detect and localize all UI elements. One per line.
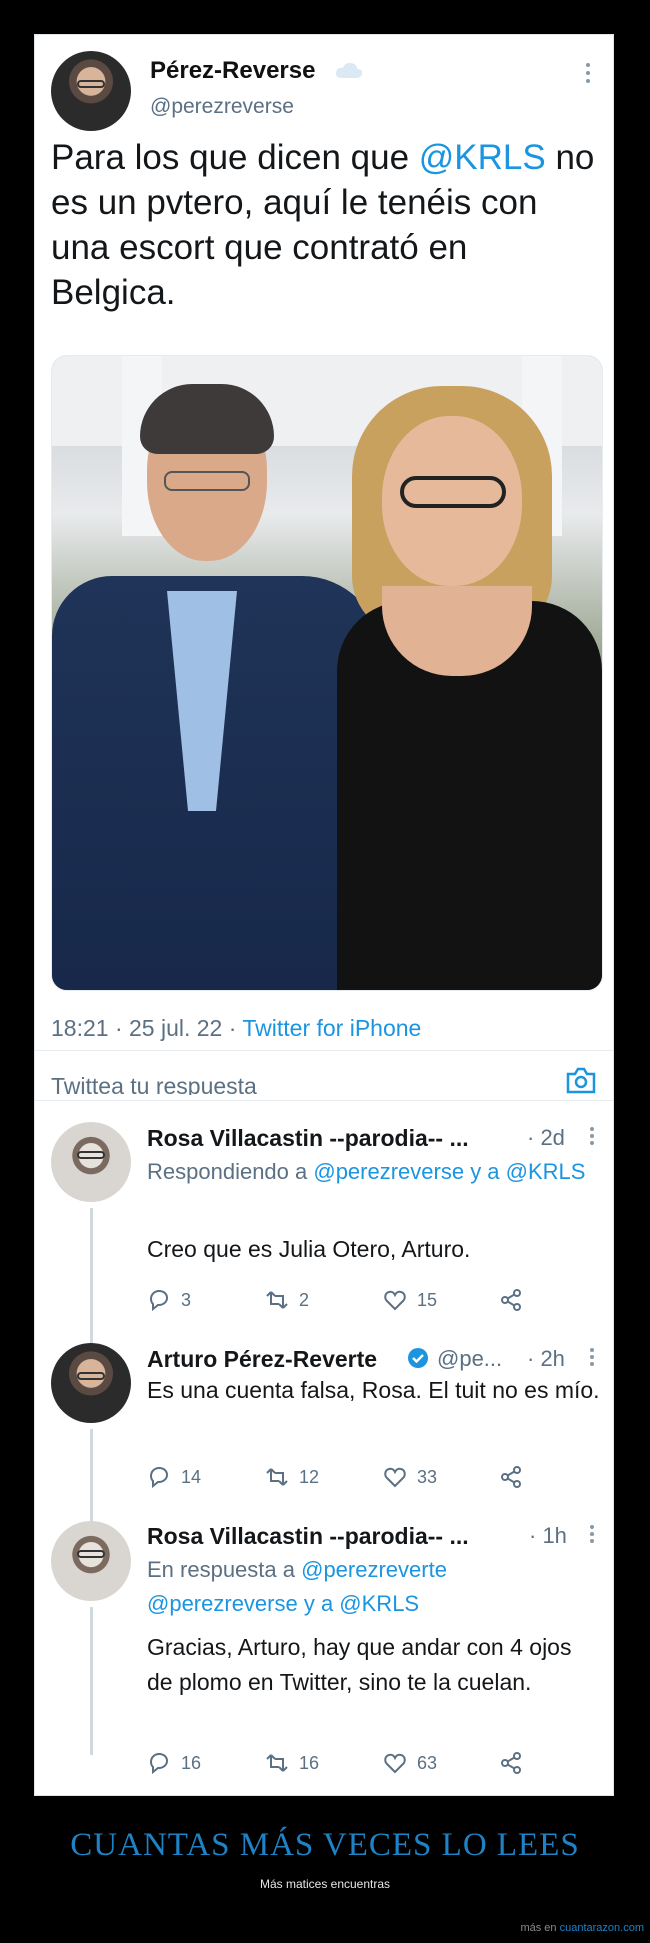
woman-glasses bbox=[400, 476, 506, 508]
reply-count: 16 bbox=[181, 1752, 202, 1773]
thread-line bbox=[90, 1607, 93, 1755]
reply-input[interactable]: Twittea tu respuesta bbox=[51, 1073, 551, 1095]
avatar-glasses bbox=[76, 1150, 106, 1159]
reply-avatar[interactable] bbox=[51, 1521, 131, 1601]
retweet-action[interactable]: 16 bbox=[265, 1751, 319, 1775]
tweet-card: Pérez-Reverse @perezreverse Para los que… bbox=[34, 34, 614, 1796]
tweet-photo[interactable] bbox=[51, 355, 603, 991]
heart-icon bbox=[384, 1467, 406, 1488]
avatar-glasses bbox=[76, 1549, 106, 1558]
heart-icon bbox=[384, 1753, 406, 1774]
tweet-mention-krls[interactable]: @KRLS bbox=[419, 138, 546, 177]
share-action[interactable] bbox=[499, 1288, 533, 1312]
man-hair bbox=[140, 384, 274, 454]
reply-author-name[interactable]: Rosa Villacastin --parodia-- ... bbox=[147, 1523, 469, 1550]
cloud-icon bbox=[335, 62, 363, 78]
reply-icon bbox=[149, 1752, 169, 1775]
reply-action[interactable]: 16 bbox=[147, 1751, 201, 1775]
retweet-icon bbox=[266, 1291, 288, 1309]
retweet-icon bbox=[266, 1754, 288, 1772]
reply-avatar[interactable] bbox=[51, 1122, 131, 1202]
share-action[interactable] bbox=[499, 1465, 533, 1489]
thread-line bbox=[90, 1208, 93, 1355]
retweet-count: 12 bbox=[299, 1466, 320, 1487]
reply-actions: 14 12 33 bbox=[147, 1465, 547, 1491]
reply-time[interactable]: · 2d bbox=[527, 1125, 565, 1151]
retweet-icon bbox=[266, 1468, 288, 1486]
reply-context: Respondiendo a @perezreverse y a @KRLS bbox=[147, 1155, 613, 1189]
reply-actions: 16 16 63 bbox=[147, 1751, 547, 1777]
tweet-text-start: Para los que dicen que bbox=[51, 138, 419, 177]
reply-time[interactable]: · 2h bbox=[527, 1346, 565, 1372]
like-action[interactable]: 15 bbox=[383, 1288, 437, 1312]
avatar-glasses bbox=[76, 1371, 106, 1380]
tweet-meta: 18:21 · 25 jul. 22 · Twitter for iPhone bbox=[51, 1015, 421, 1042]
reply-text: Es una cuenta falsa, Rosa. El tuit no es… bbox=[147, 1377, 600, 1403]
reply-author-name[interactable]: Arturo Pérez-Reverte bbox=[147, 1346, 377, 1373]
share-icon bbox=[501, 1289, 521, 1311]
reply-text: Creo que es Julia Otero, Arturo. bbox=[147, 1236, 471, 1262]
heart-icon bbox=[384, 1290, 406, 1311]
retweet-action[interactable]: 2 bbox=[265, 1288, 309, 1312]
reply-time[interactable]: · 1h bbox=[529, 1523, 567, 1549]
like-action[interactable]: 63 bbox=[383, 1751, 437, 1775]
meta-divider bbox=[35, 1050, 613, 1051]
reply-text: Gracias, Arturo, hay que andar con 4 ojo… bbox=[147, 1634, 572, 1695]
verified-badge-icon bbox=[408, 1348, 428, 1368]
meme-subline: Más matices encuentras bbox=[259, 1877, 391, 1891]
author-avatar[interactable] bbox=[51, 51, 131, 131]
retweet-count: 16 bbox=[299, 1752, 320, 1773]
reply-action[interactable]: 14 bbox=[147, 1465, 201, 1489]
share-icon bbox=[501, 1752, 521, 1774]
reply-context-prefix: Respondiendo a bbox=[147, 1159, 314, 1184]
like-count: 33 bbox=[417, 1466, 438, 1487]
reply-count: 14 bbox=[181, 1466, 202, 1487]
camera-icon[interactable] bbox=[565, 1065, 597, 1095]
avatar-glasses bbox=[76, 79, 106, 88]
like-count: 15 bbox=[417, 1289, 438, 1310]
share-icon bbox=[501, 1466, 521, 1488]
tweet-source[interactable]: Twitter for iPhone bbox=[242, 1015, 421, 1041]
tweet-timestamp[interactable]: 18:21 · 25 jul. 22 · bbox=[51, 1015, 242, 1041]
reply-divider bbox=[35, 1100, 613, 1101]
more-options-icon[interactable] bbox=[585, 63, 591, 87]
like-count: 63 bbox=[417, 1752, 438, 1773]
footer-prefix: más en bbox=[520, 1922, 560, 1934]
retweet-action[interactable]: 12 bbox=[265, 1465, 319, 1489]
reply-context-mentions[interactable]: @perezreverse y a @KRLS bbox=[313, 1159, 585, 1184]
reply-author-handle[interactable]: @pe... bbox=[437, 1346, 502, 1372]
thread-line bbox=[90, 1429, 93, 1526]
reply-avatar[interactable] bbox=[51, 1343, 131, 1423]
reply-context: En respuesta a @perezreverte @perezrever… bbox=[147, 1553, 527, 1621]
reply-icon bbox=[149, 1466, 169, 1489]
reply-more-icon[interactable] bbox=[589, 1348, 595, 1368]
reply-actions: 3 2 15 bbox=[147, 1288, 547, 1314]
man-glasses bbox=[164, 471, 250, 491]
reply-more-icon[interactable] bbox=[589, 1525, 595, 1545]
footer-site-link[interactable]: cuantarazon.com bbox=[560, 1922, 644, 1934]
like-action[interactable]: 33 bbox=[383, 1465, 437, 1489]
retweet-count: 2 bbox=[299, 1289, 310, 1310]
tweet-text: Para los que dicen que @KRLS no es un pv… bbox=[51, 135, 601, 315]
reply-icon bbox=[149, 1289, 169, 1312]
reply-more-icon[interactable] bbox=[589, 1127, 595, 1147]
site-footer: más en cuantarazon.com bbox=[520, 1922, 644, 1934]
reply-author-name[interactable]: Rosa Villacastin --parodia-- ... bbox=[147, 1125, 469, 1152]
share-action[interactable] bbox=[499, 1751, 533, 1775]
author-handle[interactable]: @perezreverse bbox=[150, 95, 294, 119]
meme-headline: CUANTAS MÁS VECES LO LEES bbox=[70, 1827, 580, 1863]
author-name[interactable]: Pérez-Reverse bbox=[150, 57, 315, 85]
reply-context-prefix: En respuesta a bbox=[147, 1557, 302, 1582]
reply-action[interactable]: 3 bbox=[147, 1288, 191, 1312]
reply-count: 3 bbox=[181, 1289, 192, 1310]
